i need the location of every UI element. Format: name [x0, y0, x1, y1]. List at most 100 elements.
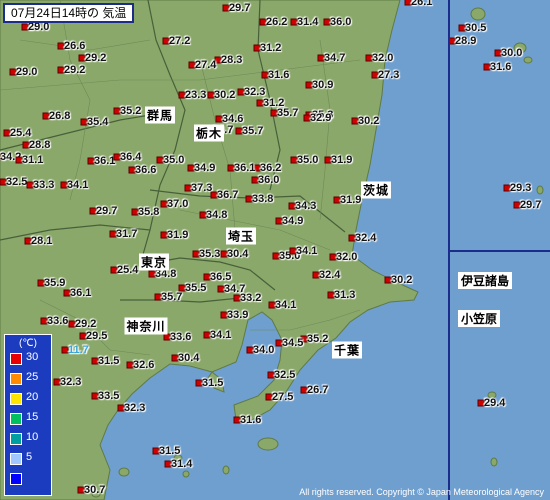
- station-temperature: 25.4: [117, 264, 139, 276]
- island-label-ogasawara: 小笠原: [458, 310, 501, 327]
- station-temperature: 27.3: [378, 69, 400, 81]
- legend-swatch: [10, 373, 22, 385]
- station-temperature: 33.6: [47, 315, 69, 327]
- legend-value: 10: [26, 431, 39, 443]
- station-temperature: 31.6: [240, 414, 262, 426]
- station-temperature: 26.6: [64, 40, 86, 52]
- pref-label-gunma: 群馬: [144, 106, 176, 124]
- station-temperature: 34.0: [253, 344, 275, 356]
- station-temperature: 37.0: [167, 198, 189, 210]
- station-temperature: 31.3: [334, 289, 356, 301]
- station-temperature: 31.7: [116, 228, 138, 240]
- station-temperature: 26.7: [307, 384, 329, 396]
- station-temperature: 27.4: [195, 59, 217, 71]
- station-temperature: 31.9: [331, 154, 353, 166]
- copyright-notice: All rights reserved. Copyright © Japan M…: [299, 487, 544, 497]
- legend-row: 30: [8, 351, 50, 367]
- station-temperature: 30.4: [227, 248, 249, 260]
- station-temperature: 31.4: [171, 458, 193, 470]
- station-temperature: 25.4: [10, 127, 32, 139]
- legend-swatch: [10, 353, 22, 365]
- station-temperature: 36.5: [210, 271, 232, 283]
- station-temperature: 35.2: [120, 105, 142, 117]
- station-temperature: 32.0: [372, 52, 394, 64]
- station-temperature: 29.2: [75, 318, 97, 330]
- station-temperature: 33.8: [252, 193, 274, 205]
- station-temperature: 35.0: [163, 154, 185, 166]
- station-temperature: 36.4: [120, 151, 142, 163]
- station-temperature: 29.7: [520, 199, 542, 211]
- legend-row: 10: [8, 431, 50, 447]
- legend-row: 15: [8, 411, 50, 427]
- station-temperature: 34.3: [295, 200, 317, 212]
- station-temperature: 31.6: [268, 69, 290, 81]
- station-temperature: 28.3: [221, 54, 243, 66]
- station-temperature: 30.2: [214, 89, 236, 101]
- pref-label-tokyo: 東京: [138, 253, 170, 271]
- station-temperature: 26.1: [411, 0, 433, 8]
- station-temperature: 30.0: [501, 47, 523, 59]
- station-temperature: 31.5: [202, 377, 224, 389]
- station-temperature: 34.8: [206, 209, 228, 221]
- station-temperature: 34.1: [210, 329, 232, 341]
- station-temperature: 35.7: [161, 291, 183, 303]
- station-temperature: 30.5: [465, 22, 487, 34]
- station-temperature: 34.9: [194, 162, 216, 174]
- pref-label-ibaraki: 茨城: [360, 181, 392, 199]
- station-temperature: 36.1: [70, 287, 92, 299]
- legend-swatch: [10, 453, 22, 465]
- station-temperature: 35.7: [277, 107, 299, 119]
- station-temperature: 29.2: [85, 52, 107, 64]
- station-temperature: 27.5: [272, 391, 294, 403]
- station-temperature: 32.3: [60, 376, 82, 388]
- station-temperature: 30.2: [358, 115, 380, 127]
- station-temperature: 31.5: [159, 445, 181, 457]
- station-temperature: 31.5: [98, 355, 120, 367]
- station-temperature: 29.7: [96, 205, 118, 217]
- station-temperature: 26.8: [49, 110, 71, 122]
- legend-swatch: [10, 413, 22, 425]
- station-temperature: 31.4: [297, 16, 319, 28]
- station-temperature: 31.1: [22, 154, 44, 166]
- legend-swatch: [10, 473, 22, 485]
- station-temperature: 29.2: [64, 64, 86, 76]
- station-temperature: 28.1: [31, 235, 53, 247]
- station-temperature: 35.9: [44, 277, 66, 289]
- station-temperature: 32.6: [133, 359, 155, 371]
- legend-unit: (℃): [19, 338, 37, 349]
- station-temperature: 30.4: [178, 352, 200, 364]
- pref-label-kanagawa: 神奈川: [124, 317, 168, 335]
- legend-value: 30: [26, 351, 39, 363]
- station-temperature: 31.6: [490, 61, 512, 73]
- station-temperature: 31.9: [340, 194, 362, 206]
- station-temperature: 23.3: [185, 89, 207, 101]
- station-temperature: 34.9: [282, 215, 304, 227]
- legend-value: 25: [26, 371, 39, 383]
- legend-swatch: [10, 393, 22, 405]
- station-temperature: 32.3: [244, 86, 266, 98]
- station-temperature: 29.4: [484, 397, 506, 409]
- station-temperature: 36.0: [258, 174, 280, 186]
- legend-row: 25: [8, 371, 50, 387]
- station-temperature: 29.3: [510, 182, 532, 194]
- station-temperature: 34.1: [296, 245, 318, 257]
- legend-value: 20: [26, 391, 39, 403]
- island-label-izu: 伊豆諸島: [458, 272, 513, 289]
- station-temperature: 33.6: [170, 331, 192, 343]
- station-temperature: 11.7: [68, 344, 89, 356]
- station-temperature: 32.4: [319, 269, 341, 281]
- station-temperature: 35.8: [138, 206, 160, 218]
- station-temperature: 29.7: [229, 2, 251, 14]
- legend-row: [8, 471, 50, 487]
- station-temperature: 34.1: [275, 299, 297, 311]
- station-temperature: 35.7: [242, 125, 264, 137]
- station-temperature: 33.9: [227, 309, 249, 321]
- station-temperature: 32.5: [6, 176, 28, 188]
- station-temperature: 33.3: [33, 179, 55, 191]
- station-temperature: 35.4: [87, 116, 109, 128]
- station-temperature: 36.2: [260, 162, 282, 174]
- station-temperature: 33.2: [240, 292, 262, 304]
- station-temperature: 34.1: [67, 179, 89, 191]
- station-temperature: 32.9: [310, 112, 332, 124]
- station-temperature: 32.5: [274, 369, 296, 381]
